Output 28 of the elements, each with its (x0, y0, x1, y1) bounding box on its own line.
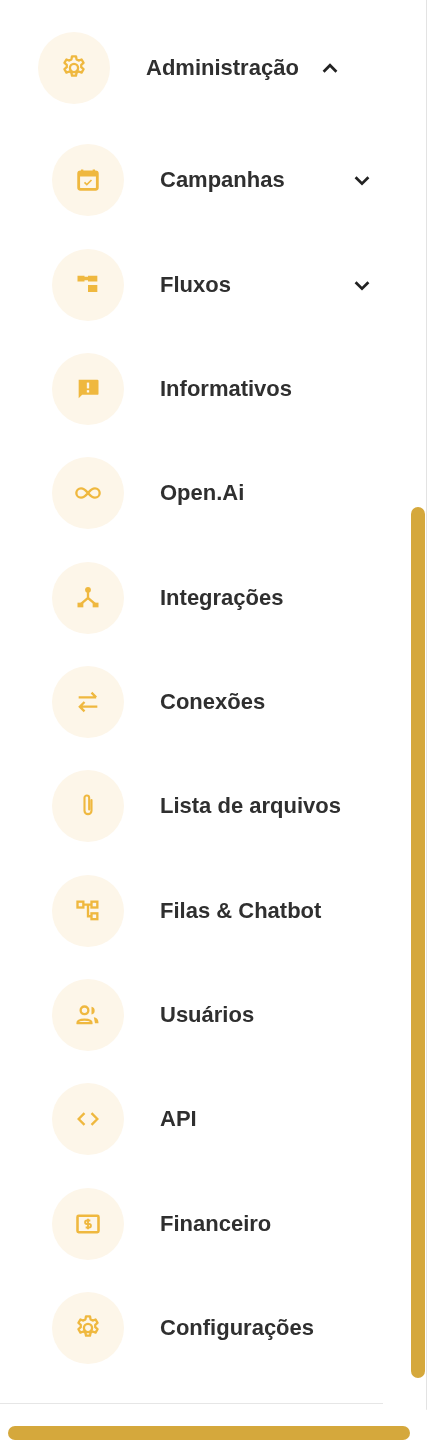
menu-label: Integrações (160, 584, 284, 611)
menu-item[interactable]: Configurações (0, 1275, 430, 1381)
menu-item[interactable]: Campanhas (0, 128, 430, 233)
menu-label: Financeiro (160, 1210, 272, 1237)
menu-label: Lista de arquivos (160, 793, 341, 820)
menu-item[interactable]: Integrações (0, 545, 430, 650)
menu-label: API (160, 1106, 197, 1133)
menu-label: Conexões (160, 688, 266, 715)
menu-label: Fluxos (160, 271, 231, 298)
menu-label: Administração (146, 55, 299, 81)
horizontal-scrollbar[interactable] (8, 1426, 410, 1440)
menu-label: Campanhas (160, 167, 285, 194)
menu-item[interactable]: Usuários (0, 962, 430, 1068)
menu-label: Configurações (160, 1315, 315, 1342)
menu-group-header[interactable]: Administração (0, 16, 430, 120)
vertical-scrollbar[interactable] (411, 507, 425, 1378)
menu-label: Open.Ai (160, 480, 245, 507)
menu-item[interactable]: Lista de arquivos (0, 754, 430, 859)
menu-item[interactable]: Financeiro (0, 1171, 430, 1276)
menu-item[interactable]: Fluxos (0, 232, 430, 337)
menu-label: Usuários (160, 1002, 255, 1029)
menu-item[interactable]: Conexões (0, 649, 430, 755)
menu-item[interactable]: Open.Ai (0, 441, 430, 546)
menu-item[interactable]: API (0, 1067, 430, 1172)
menu-item[interactable]: Filas & Chatbot (0, 858, 430, 963)
menu-label: Filas & Chatbot (160, 897, 322, 924)
menu-item[interactable]: Informativos (0, 336, 430, 442)
menu-label: Informativos (160, 375, 293, 402)
